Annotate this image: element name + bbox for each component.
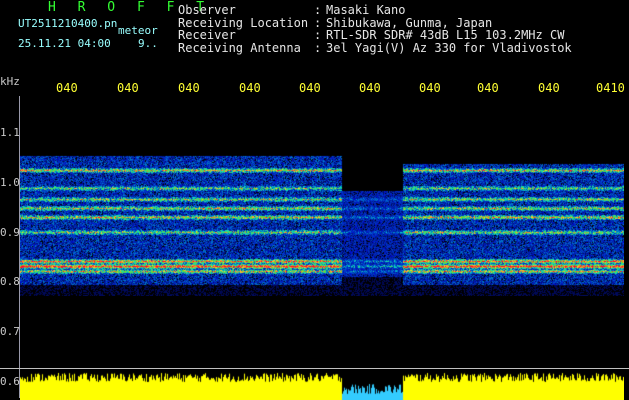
meta-value: 3el Yagi(V) Az 330 for Vladivostok bbox=[326, 40, 572, 55]
filename-label: UT2511210400.pn bbox=[18, 17, 118, 30]
amplitude-baseline bbox=[0, 368, 629, 369]
amplitude-strip bbox=[20, 372, 624, 400]
frequency-unit-label: kHz bbox=[0, 75, 20, 88]
spectrogram-waterfall bbox=[20, 96, 624, 296]
x-tick-label: 040 bbox=[538, 81, 560, 95]
x-tick-label: 040 bbox=[477, 81, 499, 95]
x-tick-label: 040 bbox=[359, 81, 381, 95]
y-tick-label: 1.1 bbox=[0, 126, 20, 139]
y-tick-label: 0.9 bbox=[0, 226, 20, 239]
y-tick-label: 0.6 bbox=[0, 375, 20, 388]
meta-separator: : bbox=[314, 3, 322, 17]
meta-separator: : bbox=[314, 40, 322, 55]
x-tick-label: 0410 bbox=[596, 81, 625, 95]
count-label: 9.. bbox=[138, 37, 158, 50]
datetime-label: 25.11.21 04:00 bbox=[18, 37, 111, 50]
meta-key: Receiving Antenna bbox=[178, 40, 301, 55]
x-tick-label: 040 bbox=[178, 81, 200, 95]
x-tick-label: 040 bbox=[419, 81, 441, 95]
meta-separator: : bbox=[314, 28, 322, 43]
antenna-row: Receiving Antenna:3el Yagi(V) Az 330 for… bbox=[178, 42, 572, 55]
meta-separator: : bbox=[314, 15, 322, 30]
station-info: Observer: Masaki Kano Receiving Location:… bbox=[178, 4, 572, 54]
x-tick-label: 040 bbox=[56, 81, 78, 95]
x-tick-label: 040 bbox=[299, 81, 321, 95]
meta-key: Observer bbox=[178, 3, 236, 17]
meteor-tag: meteor bbox=[118, 24, 158, 37]
meta-key: Receiver bbox=[178, 28, 236, 43]
y-tick-label: 0.8 bbox=[0, 275, 20, 288]
x-tick-label: 040 bbox=[239, 81, 261, 95]
y-tick-label: 1.0 bbox=[0, 176, 20, 189]
y-tick-label: 0.7 bbox=[0, 325, 20, 338]
x-tick-label: 040 bbox=[117, 81, 139, 95]
meta-key: Receiving Location bbox=[178, 15, 309, 30]
